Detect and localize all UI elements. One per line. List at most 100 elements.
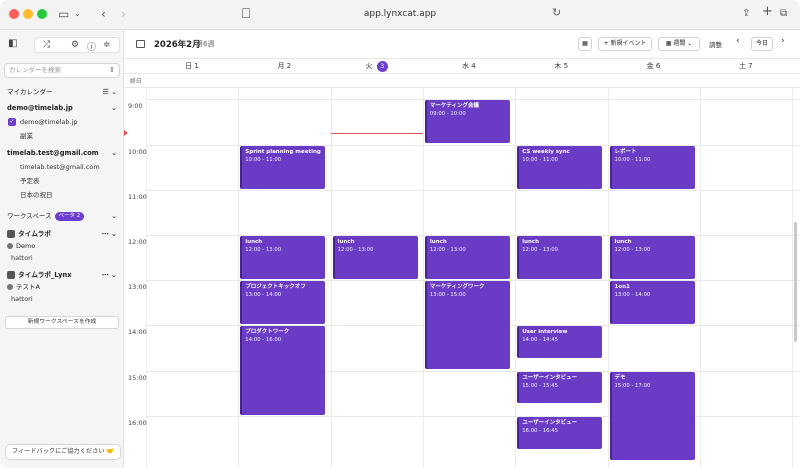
calendar-item[interactable]: timelab.test@gmail.com [20, 161, 119, 173]
calendar-event[interactable]: lunch 12:00 - 13:00 [332, 235, 418, 280]
page-icon [242, 8, 250, 18]
time-grid[interactable]: 9:00 10:00 11:00 12:00 13:00 14:00 15:00 16:00 マ… [124, 88, 800, 468]
calendar-event[interactable]: 1on1 13:00 - 14:00 [609, 281, 695, 325]
day-header[interactable]: 土 7 [700, 59, 792, 75]
zoom-window-button[interactable] [37, 9, 47, 19]
workspace-name: タイムラボ_Lynx [18, 271, 72, 279]
new-event-button[interactable]: + 新規イベント [598, 37, 652, 51]
sidebar-collapse-icon[interactable]: ◧ [8, 38, 17, 49]
day-number: 4 [471, 62, 476, 70]
sidebar-toggle-icon[interactable]: ▭ [58, 7, 69, 21]
day-header[interactable]: 木 5 [515, 59, 607, 75]
close-window-button[interactable] [9, 9, 19, 19]
day-header[interactable]: 月 2 [238, 59, 330, 75]
more-chevron-icon[interactable]: ⋯ ⌄ [102, 269, 117, 281]
more-chevron-icon[interactable]: ⋯ ⌄ [102, 228, 117, 240]
gear-icon[interactable]: ⚙ [71, 40, 79, 50]
calendar-event[interactable]: lunch 12:00 - 13:00 [609, 235, 695, 280]
event-title: マーケティング会議 [429, 103, 479, 110]
calendar-event[interactable]: lunch 12:00 - 13:00 [517, 235, 603, 280]
calendar-event[interactable]: lunch 12:00 - 13:00 [240, 235, 326, 280]
calendar-name: 日本の祝日 [20, 191, 53, 199]
prev-week-icon[interactable]: ‹ [736, 36, 740, 46]
tab-overview-icon[interactable]: ⧉ [780, 7, 787, 21]
calendar-checkbox[interactable]: ✓ [8, 118, 16, 126]
calendar-item[interactable]: demo@timelab.jp [20, 116, 119, 128]
month-title: 2026年2月 [154, 40, 201, 50]
list-chevron-icon[interactable]: ☰ ⌄ [103, 86, 117, 98]
info-icon[interactable]: ⓘ [87, 40, 96, 53]
next-week-icon[interactable]: › [781, 36, 785, 46]
today-button[interactable]: 今日 [751, 37, 773, 51]
forward-icon[interactable]: › [121, 7, 126, 21]
share-icon[interactable]: ⇪ [742, 7, 750, 21]
new-workspace-button[interactable]: 新規ワークスペースを作成 [5, 316, 119, 329]
chevron-down-icon: ⌄ [685, 40, 693, 47]
my-calendars-header[interactable]: マイカレンダー ☰ ⌄ [7, 86, 119, 98]
feedback-button[interactable]: フィードバックにご協力ください 🤝 [5, 444, 121, 460]
address-bar[interactable]: app.lynxcat.app [300, 7, 500, 21]
calendar-event[interactable]: Sprint planning meeting 10:00 - 11:00 [240, 145, 326, 189]
calendar-name: 副業 [20, 132, 33, 140]
sidebar-tool-group: ⤮ ⚙ ⓘ ≑ [34, 37, 120, 53]
calendar-event[interactable]: プロダクトワーク 14:00 - 16:00 [240, 326, 326, 415]
calendar-event[interactable]: デモ 15:00 - 17:00 [609, 371, 695, 460]
day-header[interactable]: 日 1 [146, 59, 238, 75]
calendar-search-input[interactable]: カレンダーを検索 ⇕ [4, 63, 120, 78]
event-title: lunch [614, 238, 632, 245]
chevron-down-icon[interactable]: ⌄ [111, 102, 117, 114]
calendar-event[interactable]: レポート 10:00 - 11:00 [609, 145, 695, 189]
hour-line [146, 189, 800, 191]
workspace-item[interactable]: タイムラボ_Lynx ⋯ ⌄ [7, 269, 119, 281]
calendar-name: timelab.test@gmail.com [20, 163, 100, 171]
workspace-item[interactable]: タイムラボ ⋯ ⌄ [7, 228, 119, 240]
hour-line [146, 415, 800, 417]
calendar-item[interactable]: 副業 [20, 130, 119, 142]
day-name: 木 [554, 62, 564, 70]
calendar-name: demo@timelab.jp [20, 118, 78, 126]
calendar-event[interactable]: マーケティングワーク 13:00 - 15:00 [424, 281, 510, 370]
day-name: 火 [365, 62, 375, 70]
today-date-badge: 3 [376, 61, 388, 72]
workspace-header[interactable]: ワークスペース ベータ 2 ⌄ [7, 210, 119, 222]
day-name: 土 [738, 62, 749, 70]
calendar-item[interactable]: 予定表 [20, 175, 119, 187]
view-select[interactable]: ▦ 週間 ⌄ [658, 37, 700, 51]
chevron-down-icon[interactable]: ⌄ [74, 7, 81, 21]
minimize-window-button[interactable] [23, 9, 33, 19]
calendar-event[interactable]: ユーザーインタビュー 16:00 - 16:45 [517, 416, 603, 449]
hour-label: 10:00 [128, 147, 147, 156]
account-header-gmail[interactable]: timelab.test@gmail.com ⌄ [7, 147, 119, 159]
shuffle-icon[interactable]: ⤮ [43, 40, 50, 50]
adjust-icon[interactable]: ≑ [103, 40, 111, 50]
app-window: ▭ ⌄ ‹ › app.lynxcat.app ↻ ⇪ + ⧉ ◧ ⤮ ⚙ ⓘ … [0, 0, 800, 468]
calendar-event[interactable]: CS weekly sync 10:00 - 11:00 [517, 145, 603, 189]
calendar-main: 2026年2月 第6週 ▦ + 新規イベント ▦ 週間 ⌄ 調整 ‹ 今日 › … [124, 30, 800, 468]
layout-toggle-icon[interactable]: ▦ [578, 37, 592, 51]
event-time: 16:00 - 16:45 [522, 427, 558, 434]
day-header[interactable]: 火 3 [331, 59, 423, 75]
calendar-item[interactable]: 日本の祝日 [20, 189, 119, 201]
calendar-event[interactable]: User interview 14:00 - 14:45 [517, 326, 603, 359]
scrollbar[interactable] [794, 222, 797, 342]
member-name: hattori [11, 295, 33, 303]
reload-icon[interactable]: ↻ [552, 6, 561, 19]
calendar-event[interactable]: lunch 12:00 - 13:00 [424, 235, 510, 280]
calendar-event[interactable]: マーケティング会議 09:00 - 10:00 [424, 100, 510, 144]
day-number: 7 [748, 62, 753, 70]
chevron-down-icon[interactable]: ⌄ [111, 147, 117, 159]
new-tab-icon[interactable]: + [762, 5, 773, 19]
calendar-event[interactable]: プロジェクトキックオフ 13:00 - 14:00 [240, 281, 326, 325]
search-placeholder: カレンダーを検索 [9, 66, 61, 74]
event-title: プロジェクトキックオフ [245, 284, 306, 291]
chevron-down-icon[interactable]: ⌄ [111, 210, 117, 222]
calendar-event[interactable]: ユーザーインタビュー 15:00 - 15:45 [517, 371, 603, 404]
event-time: 10:00 - 11:00 [245, 156, 282, 163]
day-header[interactable]: 水 4 [423, 59, 515, 75]
account-header-demo[interactable]: demo@timelab.jp ⌄ [7, 102, 119, 114]
day-header-row: 日 1月 2火 3水 4木 5金 6土 7 [124, 58, 800, 74]
beta-badge: ベータ 2 [54, 211, 85, 221]
back-icon[interactable]: ‹ [101, 7, 106, 21]
adjust-button[interactable]: 調整 [709, 39, 722, 49]
day-header[interactable]: 金 6 [608, 59, 700, 75]
